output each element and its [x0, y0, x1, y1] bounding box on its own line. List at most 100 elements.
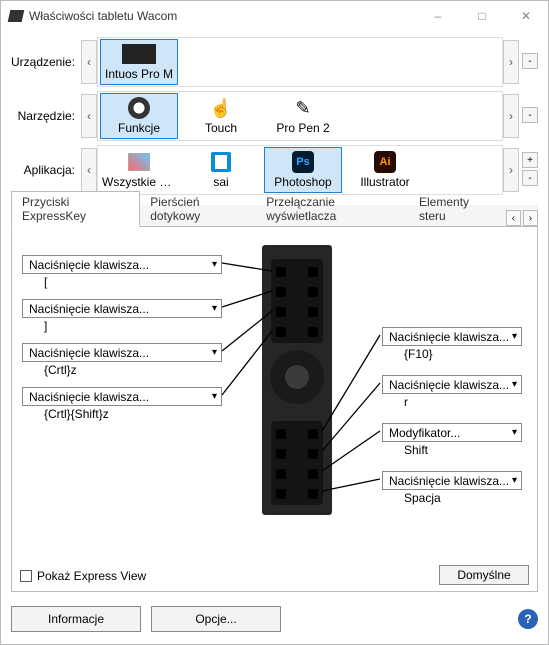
- app-add-button[interactable]: +: [522, 152, 538, 168]
- device-row: Urządzenie: ‹ Intuos Pro M › -: [11, 37, 538, 87]
- tool-pro-pen-2[interactable]: ✎ Pro Pen 2: [264, 93, 342, 139]
- app-tray: Wszystkie poz... sai Ps Photoshop Ai Ill…: [97, 145, 503, 195]
- button-label: Opcje...: [195, 612, 236, 626]
- combo-text: Modyfikator...: [389, 426, 460, 440]
- all-apps-icon: [121, 151, 157, 173]
- minimize-button[interactable]: –: [416, 2, 460, 30]
- app-sai[interactable]: sai: [182, 147, 260, 193]
- touch-ring-graphic: [270, 350, 324, 404]
- chevron-down-icon: ▾: [212, 259, 217, 270]
- show-express-view-checkbox[interactable]: Pokaż Express View: [20, 569, 146, 583]
- left-key-2-value: ]: [44, 319, 47, 333]
- illustrator-icon: Ai: [367, 151, 403, 173]
- checkbox-label: Pokaż Express View: [37, 569, 146, 583]
- tool-touch[interactable]: ☝ Touch: [182, 93, 260, 139]
- combo-text: Naciśnięcie klawisza...: [389, 330, 509, 344]
- selector-rows: Urządzenie: ‹ Intuos Pro M › - Narzędzie…: [1, 31, 548, 201]
- chevron-down-icon: ▾: [512, 379, 517, 390]
- left-key-4-value: {Crtl}{Shift}z: [44, 407, 109, 421]
- help-icon[interactable]: ?: [518, 609, 538, 629]
- combo-text: Naciśnięcie klawisza...: [29, 390, 149, 404]
- combo-text: Naciśnięcie klawisza...: [389, 378, 509, 392]
- right-key-4-value: Spacja: [404, 491, 441, 505]
- options-button[interactable]: Opcje...: [151, 606, 281, 632]
- app-next-button[interactable]: ›: [503, 148, 519, 192]
- app-icon: [8, 10, 25, 22]
- device-tray: Intuos Pro M: [97, 37, 503, 87]
- tool-name: Touch: [205, 121, 237, 135]
- photoshop-icon: Ps: [285, 151, 321, 173]
- left-key-2-combo[interactable]: Naciśnięcie klawisza... ▾: [22, 299, 222, 318]
- expresskey-panel: Naciśnięcie klawisza...▾ [ Naciśnięcie k…: [11, 227, 538, 592]
- app-photoshop[interactable]: Ps Photoshop: [264, 147, 342, 193]
- app-name: Photoshop: [274, 175, 331, 189]
- tool-remove-button[interactable]: -: [522, 107, 538, 123]
- device-name: Intuos Pro M: [105, 67, 173, 81]
- sai-icon: [203, 151, 239, 173]
- device-prev-button[interactable]: ‹: [81, 40, 97, 84]
- right-key-3-value: Shift: [404, 443, 428, 457]
- right-key-3-combo[interactable]: Modyfikator... ▾: [382, 423, 522, 442]
- close-button[interactable]: ✕: [504, 2, 548, 30]
- right-key-4-combo[interactable]: Naciśnięcie klawisza...▾: [382, 471, 522, 490]
- window-title: Właściwości tabletu Wacom: [29, 9, 416, 23]
- combo-text: Naciśnięcie klawisza...: [29, 346, 149, 360]
- chevron-down-icon: ▾: [512, 427, 517, 438]
- default-button[interactable]: Domyślne: [439, 565, 529, 585]
- combo-text: Naciśnięcie klawisza...: [29, 258, 149, 272]
- right-key-1-combo[interactable]: Naciśnięcie klawisza...▾: [382, 327, 522, 346]
- combo-text: Naciśnięcie klawisza...: [389, 474, 509, 488]
- app-all[interactable]: Wszystkie poz...: [100, 147, 178, 193]
- app-prev-button[interactable]: ‹: [81, 148, 97, 192]
- combo-text: Naciśnięcie klawisza...: [29, 302, 149, 316]
- checkbox-icon: [20, 570, 32, 582]
- tablet-icon: [121, 43, 157, 65]
- maximize-button[interactable]: □: [460, 2, 504, 30]
- app-name: sai: [213, 175, 228, 189]
- app-name: Illustrator: [360, 175, 409, 189]
- app-name: Wszystkie poz...: [102, 175, 176, 189]
- chevron-down-icon: ▾: [212, 303, 217, 314]
- expresskey-remote-graphic: [262, 245, 332, 515]
- info-button[interactable]: Informacje: [11, 606, 141, 632]
- tool-name: Pro Pen 2: [276, 121, 329, 135]
- app-row: Aplikacja: ‹ Wszystkie poz... sai Ps Pho…: [11, 145, 538, 195]
- device-intuos-pro-m[interactable]: Intuos Pro M: [100, 39, 178, 85]
- left-key-1-combo[interactable]: Naciśnięcie klawisza... ▾: [22, 255, 222, 274]
- left-key-1-value: [: [44, 275, 47, 289]
- tab-touchring[interactable]: Pierścień dotykowy: [140, 192, 256, 226]
- device-next-button[interactable]: ›: [503, 40, 519, 84]
- right-key-2-combo[interactable]: Naciśnięcie klawisza...▾: [382, 375, 522, 394]
- chevron-down-icon: ▾: [512, 475, 517, 486]
- left-key-3-value: {Crtl}z: [44, 363, 77, 377]
- tool-tray: Funkcje ☝ Touch ✎ Pro Pen 2: [97, 91, 503, 141]
- tool-prev-button[interactable]: ‹: [81, 94, 97, 138]
- chevron-down-icon: ▾: [212, 347, 217, 358]
- bottom-bar: Informacje Opcje... ?: [1, 598, 548, 644]
- right-key-2-value: r: [404, 395, 408, 409]
- app-remove-button[interactable]: -: [522, 170, 538, 186]
- tool-name: Funkcje: [118, 121, 160, 135]
- right-key-1-value: {F10}: [404, 347, 433, 361]
- app-label: Aplikacja:: [11, 163, 81, 177]
- tab-display-toggle[interactable]: Przełączanie wyświetlacza: [256, 192, 409, 226]
- pen-icon: ✎: [285, 97, 321, 119]
- left-key-3-combo[interactable]: Naciśnięcie klawisza... ▾: [22, 343, 222, 362]
- device-label: Urządzenie:: [11, 55, 81, 69]
- button-label: Domyślne: [457, 568, 510, 582]
- chevron-down-icon: ▾: [512, 331, 517, 342]
- titlebar: Właściwości tabletu Wacom – □ ✕: [1, 1, 548, 31]
- functions-icon: [121, 97, 157, 119]
- touch-icon: ☝: [203, 97, 239, 119]
- tab-expresskey[interactable]: Przyciski ExpressKey: [11, 191, 140, 227]
- button-label: Informacje: [48, 612, 104, 626]
- tab-controls[interactable]: Elementy steru: [409, 192, 504, 226]
- tool-next-button[interactable]: ›: [503, 94, 519, 138]
- left-key-4-combo[interactable]: Naciśnięcie klawisza...▾: [22, 387, 222, 406]
- tool-row: Narzędzie: ‹ Funkcje ☝ Touch ✎ Pro Pen 2…: [11, 91, 538, 141]
- tab-scroll-right[interactable]: ›: [523, 210, 538, 226]
- tab-scroll-left[interactable]: ‹: [506, 210, 521, 226]
- device-remove-button[interactable]: -: [522, 53, 538, 69]
- app-illustrator[interactable]: Ai Illustrator: [346, 147, 424, 193]
- tool-functions[interactable]: Funkcje: [100, 93, 178, 139]
